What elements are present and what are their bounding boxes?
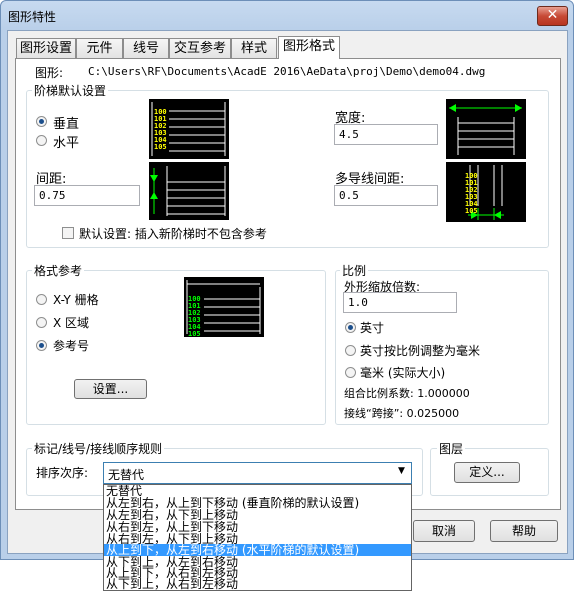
tab-drawing-format[interactable]: 图形格式 (278, 36, 340, 59)
sort-order-label: 排序次序: (36, 466, 89, 480)
drawing-path: C:\Users\RF\Documents\AcadE 2016\AeData\… (88, 65, 486, 78)
multiwire-preview (446, 162, 526, 222)
radio-horizontal-label: 水平 (53, 136, 80, 151)
sort-order-dropdown[interactable]: 无替代 ▼ (103, 462, 412, 484)
radio-inches-label: 英寸 (360, 321, 385, 335)
tab-wire-numbers[interactable]: 线号 (123, 38, 169, 58)
format-reference-label: 格式参考 (32, 262, 85, 279)
sort-order-selected: 无替代 (108, 468, 145, 482)
no-reference-checkbox[interactable] (62, 227, 74, 239)
radio-x-zones[interactable] (36, 317, 47, 328)
radio-reference-numbers-label: 参考号 (53, 339, 90, 353)
radio-inches-to-mm[interactable] (345, 345, 356, 356)
sort-option[interactable]: 从下到上，从右到左移动 (104, 578, 411, 590)
title-bar[interactable]: 图形特性 ✕ (0, 0, 576, 30)
format-reference-preview-numbers: 100 101 102 103 104 105 (188, 295, 201, 338)
spacing-input[interactable]: 0.75 (34, 185, 140, 206)
width-preview (446, 99, 526, 159)
radio-reference-numbers[interactable] (36, 340, 47, 351)
sort-option[interactable]: 从左到右，从上到下移动 (垂直阶梯的默认设置) (104, 497, 411, 509)
sort-option-highlighted[interactable]: 从上到下，从左到右移动 (水平阶梯的默认设置) (104, 544, 411, 556)
sort-option[interactable]: 从右到左，从上到下移动 (104, 521, 411, 533)
drawing-label: 图形: (35, 66, 64, 80)
cancel-button[interactable]: 取消 (413, 520, 475, 542)
radio-mm-full-size[interactable] (345, 367, 356, 378)
multiwire-preview-numbers: 100 101 102 103 104 105 (465, 172, 478, 215)
tab-styles[interactable]: 样式 (231, 38, 277, 58)
multiwire-spacing-input[interactable]: 0.5 (334, 185, 438, 206)
spacing-preview (149, 162, 229, 220)
sort-option[interactable]: 从左到右，从下到上移动 (104, 509, 411, 521)
scale-label: 比例 (340, 262, 369, 279)
radio-xy-grid[interactable] (36, 294, 47, 305)
settings-button[interactable]: 设置... (74, 379, 147, 399)
dialog-title: 图形特性 (8, 10, 57, 24)
tab-cross-reference[interactable]: 交互参考 (169, 38, 231, 58)
ladder-defaults-label: 阶梯默认设置 (32, 82, 109, 99)
no-reference-checkbox-label: 默认设置: 插入新阶梯时不包含参考 (79, 227, 267, 241)
tag-sort-label: 标记/线号/接线顺序规则 (32, 440, 165, 457)
radio-xy-grid-label: X-Y 栅格 (53, 293, 99, 307)
jumper-value: 接线“跨接”: 0.025000 (344, 407, 460, 420)
radio-vertical[interactable] (36, 116, 47, 127)
sort-order-list[interactable]: 无替代 从左到右，从上到下移动 (垂直阶梯的默认设置) 从左到右，从下到上移动 … (103, 484, 412, 591)
radio-x-zones-label: X 区域 (53, 316, 90, 330)
tab-drawing-settings[interactable]: 图形设置 (16, 38, 76, 58)
layers-label: 图层 (437, 440, 466, 457)
chevron-down-icon[interactable]: ▼ (398, 466, 405, 476)
combined-scale-factor: 组合比例系数: 1.000000 (344, 387, 470, 400)
radio-horizontal[interactable] (36, 135, 47, 146)
close-button[interactable]: ✕ (537, 6, 568, 26)
radio-inches[interactable] (345, 322, 356, 333)
tab-components[interactable]: 元件 (76, 38, 123, 58)
radio-vertical-label: 垂直 (53, 117, 80, 132)
radio-inches-to-mm-label: 英寸按比例调整为毫米 (360, 344, 481, 358)
width-input[interactable]: 4.5 (334, 124, 438, 145)
define-layers-button[interactable]: 定义... (454, 462, 520, 483)
radio-mm-full-size-label: 毫米 (实际大小) (360, 366, 446, 380)
ladder-preview-numbers: 100 101 102 103 104 105 (154, 108, 167, 151)
feature-scale-input[interactable]: 1.0 (343, 292, 457, 313)
help-button[interactable]: 帮助 (490, 520, 558, 542)
sort-option[interactable]: 无替代 (104, 485, 411, 497)
